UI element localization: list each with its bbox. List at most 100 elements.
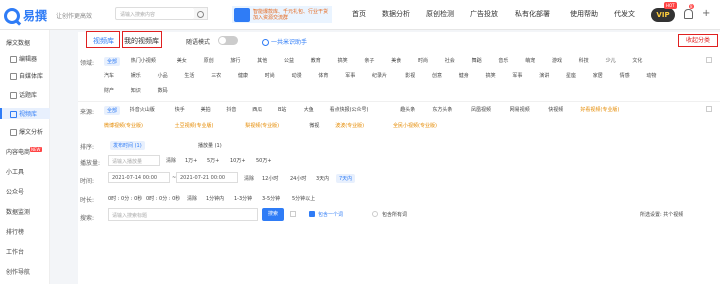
bell-icon[interactable] [684, 9, 693, 19]
duration-clear[interactable]: 清除 [187, 195, 197, 202]
field-row1-option[interactable]: 美女 [177, 57, 187, 64]
field-row1-option[interactable]: 时尚 [418, 57, 428, 64]
field-expand-toggle[interactable] [706, 57, 712, 63]
source-row2-option[interactable]: 微博视频(专业版) [104, 122, 143, 129]
field-row2-option[interactable]: 搞笑 [486, 72, 496, 79]
sidebar-section-rankings[interactable]: 排行榜 [6, 227, 24, 236]
source-row1-option[interactable]: 网易视频 [510, 106, 530, 113]
match-one-checkbox[interactable] [309, 211, 315, 217]
nav-ad-placement[interactable]: 广告投放 [470, 9, 498, 19]
sidebar-item-media-lib[interactable]: 自媒体库 [10, 71, 43, 80]
field-row1-option[interactable]: 游戏 [552, 57, 562, 64]
field-row1-option[interactable]: 少儿 [606, 57, 616, 64]
source-row2-option[interactable]: 梨视频(专业版) [245, 122, 279, 129]
vip-button[interactable]: VIP [651, 8, 675, 22]
field-row2-option[interactable]: 健康 [238, 72, 248, 79]
field-row1-option[interactable]: 旅行 [230, 57, 240, 64]
ad-banner[interactable]: 智能爆款库、千元礼包、行业干货 加入资源交流群 [232, 6, 332, 23]
field-row1-option[interactable]: 音乐 [498, 57, 508, 64]
brand-logo[interactable]: 易撰 [4, 7, 47, 24]
search-button[interactable]: 搜索 [262, 208, 284, 221]
sidebar-section-tools[interactable]: 小工具 [6, 167, 24, 176]
field-row2-option[interactable]: 小品 [158, 72, 168, 79]
sidebar-section-creation-nav[interactable]: 创作导航 [6, 267, 30, 276]
field-row2-option[interactable]: 动物 [646, 72, 656, 79]
time-7d[interactable]: 7天内 [336, 174, 356, 183]
sidebar-item-editor[interactable]: 编辑器 [10, 54, 37, 63]
field-row3-option[interactable]: 数码 [158, 87, 168, 94]
field-row1-option[interactable]: 原创 [204, 57, 214, 64]
field-row2-option[interactable]: 情感 [620, 72, 630, 79]
field-row2-option[interactable]: 创意 [432, 72, 442, 79]
duration-from[interactable]: 0时 : 0分 : 0秒 [108, 195, 142, 202]
nav-publish[interactable]: 代发文 [614, 9, 635, 19]
nav-originality-check[interactable]: 原创检测 [426, 9, 454, 19]
field-row3-option[interactable]: 知识 [131, 87, 141, 94]
field-row2-option[interactable]: 生活 [184, 72, 194, 79]
source-row2-option[interactable]: 全民小视频(专业版) [393, 122, 437, 129]
duration-1-3min[interactable]: 1-3分钟 [234, 195, 252, 202]
header-search-input[interactable]: 请输入搜索内容 [115, 7, 195, 20]
plays-clear[interactable]: 清除 [166, 157, 176, 164]
field-row2-option[interactable]: 健身 [459, 72, 469, 79]
sidebar-section-monitoring[interactable]: 数据监测 [6, 207, 30, 216]
helper-link[interactable]: 一共米识助手 [262, 37, 307, 46]
nav-private-deploy[interactable]: 私有化部署 [515, 9, 550, 19]
field-row1-option[interactable]: 科技 [579, 57, 589, 64]
duration-under-1min[interactable]: 1分钟内 [206, 195, 224, 202]
source-row1-option[interactable]: 快手 [175, 106, 185, 113]
plus-icon[interactable]: + [702, 8, 710, 19]
field-row1-option[interactable]: 全部 [104, 57, 121, 66]
source-row1-option[interactable]: 趣头条 [400, 106, 415, 113]
sidebar-section-workbench[interactable]: 工作台 [6, 247, 24, 256]
sidebar-section-official-account[interactable]: 公众号 [6, 187, 24, 196]
sort-by-publish-time[interactable]: 发布时间 (1) [110, 141, 145, 150]
source-row1-option[interactable]: 西瓜 [252, 106, 262, 113]
field-row1-option[interactable]: 搞笑 [338, 57, 348, 64]
field-row1-option[interactable]: 其他 [257, 57, 267, 64]
source-row1-option[interactable]: 全部 [104, 106, 121, 115]
tab-video-lib[interactable]: 视频库 [93, 36, 114, 46]
field-row1-option[interactable]: 美食 [391, 57, 401, 64]
source-row1-option[interactable]: 看点快报(公众号) [330, 106, 369, 113]
field-row1-option[interactable]: 教育 [311, 57, 321, 64]
source-row1-option[interactable]: 好看视频(专业版) [580, 106, 619, 113]
field-row2-option[interactable]: 星座 [566, 72, 576, 79]
field-row2-option[interactable]: 体育 [318, 72, 328, 79]
date-from-input[interactable]: 2021-07-14 00:00 [108, 172, 170, 183]
field-row2-option[interactable]: 汽车 [104, 72, 114, 79]
source-row1-option[interactable]: 抖音 [226, 106, 236, 113]
nav-home[interactable]: 首页 [352, 9, 366, 19]
filter-icon[interactable] [290, 211, 296, 217]
source-row1-option[interactable]: B站 [278, 106, 286, 113]
source-row2-option[interactable]: 微视 [309, 122, 319, 129]
field-row3-option[interactable]: 財产 [104, 87, 114, 94]
sidebar-section-viral-data[interactable]: 爆文数据 [6, 38, 30, 47]
source-row1-option[interactable]: 快视频 [548, 106, 563, 113]
search-icon[interactable] [194, 7, 208, 20]
tab-my-video-lib[interactable]: 我的视频库 [124, 36, 159, 46]
plays-50k[interactable]: 5万+ [207, 157, 219, 164]
field-row1-option[interactable]: 社会 [445, 57, 455, 64]
field-row2-option[interactable]: 娱乐 [131, 72, 141, 79]
time-24h[interactable]: 24小时 [290, 175, 306, 182]
sort-by-plays[interactable]: 播放量 (1) [198, 142, 222, 149]
source-row1-option[interactable]: 凤凰视频 [471, 106, 491, 113]
field-row2-option[interactable]: 军事 [512, 72, 522, 79]
plays-input[interactable]: 请输入播放量 [108, 155, 160, 166]
title-search-input[interactable]: 请输入搜索标题 [108, 208, 258, 221]
time-clear[interactable]: 清除 [244, 175, 254, 182]
plays-10k[interactable]: 1万+ [185, 157, 197, 164]
plays-500k[interactable]: 50万+ [256, 157, 272, 164]
sidebar-item-video-lib[interactable]: 视频库 [10, 109, 37, 118]
source-expand-toggle[interactable] [706, 106, 712, 112]
collapse-categories-button[interactable]: 收起分类 [678, 34, 718, 47]
plays-100k[interactable]: 10万+ [230, 157, 246, 164]
duration-to[interactable]: 0时 : 0分 : 0秒 [146, 195, 180, 202]
field-row1-option[interactable]: 亲子 [364, 57, 374, 64]
source-row2-option[interactable]: 波波(专业版) [335, 122, 364, 129]
source-row2-option[interactable]: 土豆视频(专业版) [175, 122, 214, 129]
field-row2-option[interactable]: 三农 [211, 72, 221, 79]
field-row1-option[interactable]: 公益 [284, 57, 294, 64]
duration-over-5min[interactable]: 5分钟以上 [292, 195, 315, 202]
